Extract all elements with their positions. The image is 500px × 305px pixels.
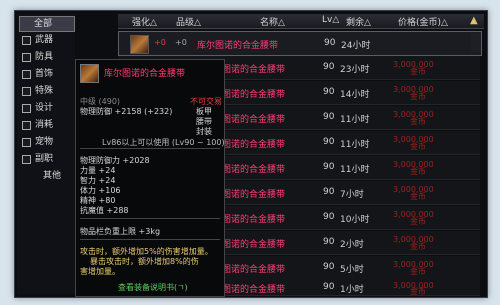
item-name: 图诺的合金腰带: [222, 285, 286, 295]
item-time: 5小时: [340, 265, 364, 275]
price-unit: 金币: [410, 267, 426, 276]
tooltip-stat: 抗魔值 +288: [80, 206, 129, 215]
tooltip-weight: 物品栏负重上限 +3kg: [80, 227, 161, 236]
col-grade[interactable]: 品级△: [176, 15, 201, 28]
category-weapon[interactable]: 武器: [19, 33, 73, 47]
item-time: 11小时: [340, 165, 370, 175]
checkbox-icon[interactable]: [22, 53, 31, 62]
item-time: 10小时: [340, 215, 370, 225]
table-header: 强化△ 品级△ 名称△ Lv△ 剩余△ 价格(金币)△ ▲: [118, 14, 484, 29]
item-level: 90: [323, 87, 335, 97]
category-label: 其他: [43, 171, 62, 181]
auction-window: 全部 武器 防具 首饰 特殊 设计 消耗 宠物 副职 其他 强化△ 品级△ 名称…: [14, 10, 488, 298]
divider: [80, 239, 220, 240]
category-subjob[interactable]: 副职: [19, 152, 73, 166]
manual-link[interactable]: 查看装备说明书(ㄱ): [118, 282, 188, 293]
item-name: 图诺的合金腰带: [222, 190, 286, 200]
category-label: 副职: [35, 154, 54, 164]
item-level: 90: [323, 112, 335, 122]
item-time: 11小时: [340, 140, 370, 150]
item-name: 图诺的合金腰带: [222, 140, 286, 150]
price-unit: 金币: [410, 287, 426, 296]
price-unit: 金币: [410, 192, 426, 201]
category-all[interactable]: 全部: [19, 16, 75, 32]
item-time: 23小时: [340, 65, 370, 75]
col-price[interactable]: 价格(金币)△: [398, 15, 448, 28]
tooltip-usable: Lv86以上可以使用 (Lv90 ~ 100): [102, 138, 225, 147]
category-consumable[interactable]: 消耗: [19, 118, 73, 132]
item-tooltip: 库尔图诺的合金腰带 中级 (490) 物理防御 +2158 (+232) 不可交…: [75, 59, 225, 297]
category-label: 特殊: [35, 86, 54, 96]
col-enhance[interactable]: 强化△: [132, 15, 157, 28]
item-level: 90: [323, 187, 335, 197]
price-unit: 金币: [410, 117, 426, 126]
item-name: 图诺的合金腰带: [222, 115, 286, 125]
checkbox-icon[interactable]: [22, 70, 31, 79]
item-name: 库尔图诺的合金腰带: [197, 41, 279, 51]
category-design[interactable]: 设计: [19, 101, 73, 115]
price-unit: 金币: [410, 217, 426, 226]
category-label: 全部: [34, 19, 53, 29]
price-unit: 金币: [410, 92, 426, 101]
item-time: 7小时: [340, 190, 364, 200]
item-level: 90: [324, 38, 336, 48]
item-level: 90: [323, 162, 335, 172]
checkbox-icon[interactable]: [22, 155, 31, 164]
category-label: 武器: [35, 35, 54, 45]
col-remaining[interactable]: 剩余△: [346, 15, 371, 28]
tooltip-seal: 封装: [196, 127, 212, 136]
tooltip-defense: 物理防御 +2158 (+232): [80, 107, 173, 116]
category-pet[interactable]: 宠物: [19, 135, 73, 149]
category-label: 设计: [35, 103, 54, 113]
category-other[interactable]: 其他: [19, 169, 73, 183]
item-level: 90: [323, 282, 335, 292]
hammer-icon[interactable]: ▲: [470, 15, 482, 27]
tooltip-title: 库尔图诺的合金腰带: [104, 69, 186, 79]
table-row[interactable]: +0 +0 库尔图诺的合金腰带 90 24小时: [118, 31, 482, 56]
item-level: 90: [323, 262, 335, 272]
category-accessory[interactable]: 首饰: [19, 67, 73, 81]
item-level: 90: [323, 237, 335, 247]
grade-value: +0: [175, 38, 187, 47]
category-special[interactable]: 特殊: [19, 84, 73, 98]
belt-icon: [130, 35, 149, 54]
item-time: 24小时: [341, 41, 371, 51]
price-unit: 金币: [410, 142, 426, 151]
enhance-value: +0: [154, 38, 166, 47]
checkbox-icon[interactable]: [22, 104, 31, 113]
price-unit: 金币: [410, 67, 426, 76]
item-name: 图诺的合金腰带: [222, 165, 286, 175]
col-level[interactable]: Lv△: [322, 15, 339, 25]
item-time: 1小时: [340, 285, 364, 295]
item-name: 图诺的合金腰带: [222, 215, 286, 225]
price-unit: 金币: [410, 242, 426, 251]
item-level: 90: [323, 137, 335, 147]
item-level: 90: [323, 62, 335, 72]
item-time: 2小时: [340, 240, 364, 250]
item-name: 图诺的合金腰带: [222, 240, 286, 250]
item-name: 图诺的合金腰带: [222, 265, 286, 275]
item-name: 图诺的合金腰带: [222, 65, 286, 75]
checkbox-icon[interactable]: [22, 87, 31, 96]
price-unit: 金币: [410, 167, 426, 176]
item-time: 14小时: [340, 90, 370, 100]
category-sidebar: 全部 武器 防具 首饰 特殊 设计 消耗 宠物 副职 其他: [17, 14, 75, 294]
belt-icon: [80, 64, 99, 83]
divider: [80, 218, 220, 219]
checkbox-icon[interactable]: [22, 138, 31, 147]
item-time: 11小时: [340, 115, 370, 125]
item-level: 90: [323, 212, 335, 222]
item-name: 图诺的合金腰带: [222, 90, 286, 100]
category-label: 宠物: [35, 137, 54, 147]
tooltip-desc: 害增加量。: [80, 267, 120, 276]
category-armor[interactable]: 防具: [19, 50, 73, 64]
category-label: 消耗: [35, 120, 54, 130]
divider: [80, 148, 220, 149]
checkbox-icon[interactable]: [22, 121, 31, 130]
category-label: 首饰: [35, 69, 54, 79]
category-label: 防具: [35, 52, 54, 62]
col-name[interactable]: 名称△: [260, 15, 285, 28]
checkbox-icon[interactable]: [22, 36, 31, 45]
row-handle: [471, 34, 481, 52]
